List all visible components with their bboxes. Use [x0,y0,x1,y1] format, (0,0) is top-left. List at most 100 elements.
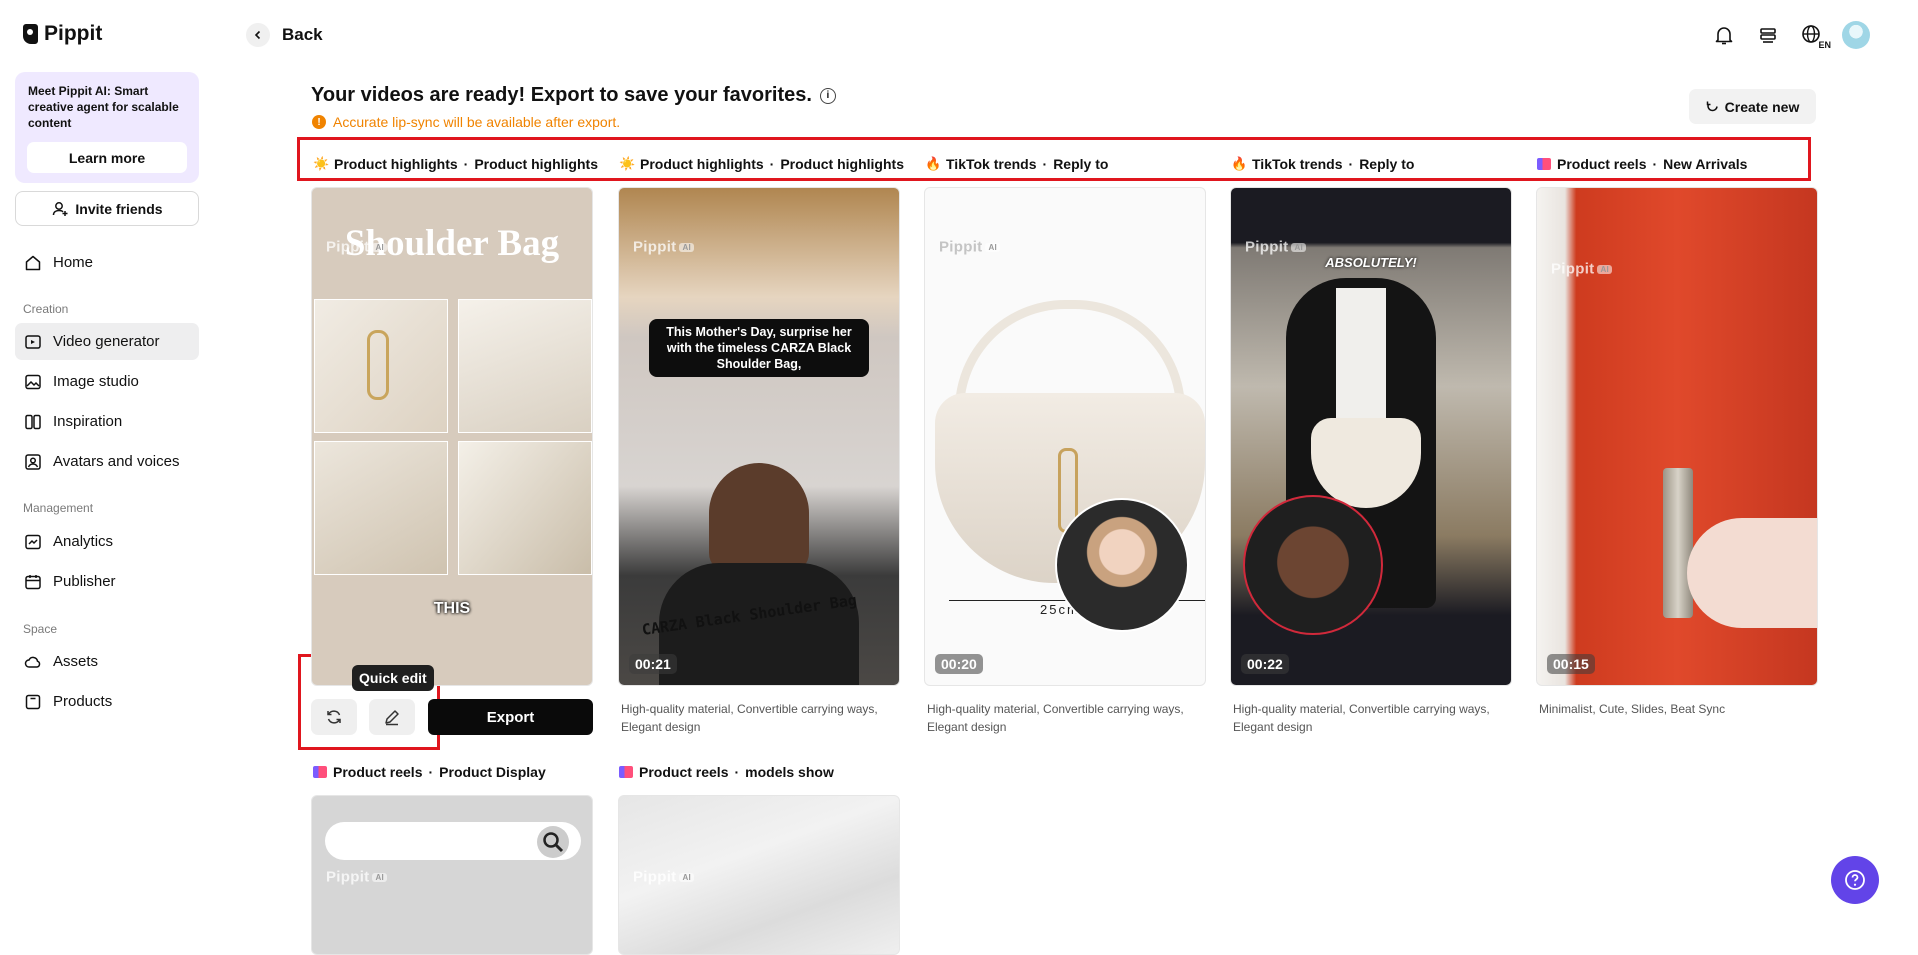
card-description-3: High-quality material, Convertible carry… [927,702,1184,734]
quick-edit-button[interactable] [369,699,415,735]
brand-name: Pippit [44,22,103,45]
category-name: Product highlights [640,156,764,172]
sidebar-item-inspiration[interactable]: Inspiration [15,403,199,440]
door-handle [1663,468,1693,618]
caption-text: This Mother's Day, surprise her with the… [649,319,869,377]
category-sep: · [463,156,469,172]
video-card-2[interactable]: Pippit AI This Mother's Day, surprise her… [618,187,900,686]
sidebar-item-label: Home [53,254,94,271]
pippit-watermark: Pippit AI [1245,238,1307,256]
sun-icon: ☀️ [619,156,636,171]
category-sub: Reply to [1359,156,1415,172]
sidebar-item-label: Video generator [53,333,160,350]
back-button[interactable]: Back [246,23,323,47]
sidebar-item-products[interactable]: Products [15,683,199,720]
sidebar-item-label: Assets [53,653,99,670]
sidebar: Pippit Meet Pippit AI: Smart creative ag… [0,0,214,935]
promo-text: Meet Pippit AI: Smart creative agent for… [28,84,179,130]
sidebar-item-avatars-voices[interactable]: Avatars and voices [15,443,199,480]
sidebar-item-home[interactable]: Home [15,244,199,281]
regenerate-button[interactable] [311,699,357,735]
category-name: Product highlights [334,156,458,172]
invite-friends-button[interactable]: Invite friends [15,191,199,226]
video-card-5[interactable]: Pippit AI 00:15 [1536,187,1818,686]
promo-card: Meet Pippit AI: Smart creative agent for… [15,72,199,183]
category-sub: Product Display [439,764,546,780]
language-globe-icon[interactable]: EN [1798,21,1831,50]
cloud-icon [24,653,42,671]
sidebar-item-publisher[interactable]: Publisher [15,563,199,600]
caption-text: ABSOLUTELY! [1325,255,1417,270]
pencil-icon [385,710,399,726]
user-avatar[interactable] [1842,21,1870,49]
pippit-watermark: Pippit AI [326,238,388,256]
collage-photo [314,441,448,575]
bell-icon[interactable] [1710,21,1738,49]
card-description-4: High-quality material, Convertible carry… [1233,702,1490,734]
info-icon[interactable]: i [819,87,836,104]
category-name: Product reels [333,764,423,780]
sidebar-item-video-generator[interactable]: Video generator [15,323,199,360]
video-plus-icon [24,333,42,351]
sidebar-item-image-studio[interactable]: Image studio [15,363,199,400]
presenter-circle [1055,498,1189,632]
sidebar-item-label: Image studio [53,373,139,390]
collage-photo [314,299,448,433]
help-button[interactable] [1831,856,1879,904]
collage-photo [458,441,592,575]
category-sep: · [769,156,775,172]
duration-badge: 00:21 [629,654,677,674]
sidebar-item-label: Products [53,693,113,710]
category-sep: · [1348,156,1354,172]
reel-icon [313,766,327,778]
learn-more-button[interactable]: Learn more [27,142,187,173]
sidebar-item-label: Inspiration [53,413,123,430]
video-card-7[interactable]: Pippit AI [618,795,900,955]
hand [1687,518,1817,628]
card-category-6: Product reels · Product Display [313,764,546,780]
export-button[interactable]: Export [428,699,593,735]
brand-logo[interactable]: Pippit [23,22,102,46]
pippit-watermark: Pippit AI [633,868,695,886]
category-name: Product reels [639,764,729,780]
duration-badge: 00:22 [1241,654,1289,674]
create-new-button[interactable]: Create new [1689,89,1816,124]
section-space: Space [23,622,58,636]
category-sep: · [1042,156,1048,172]
card-description-5: Minimalist, Cute, Slides, Beat Sync [1539,702,1726,716]
refresh-icon [327,710,341,724]
card-category-7: Product reels · models show [619,764,834,780]
create-new-label: Create new [1724,98,1800,115]
presenter-figure [709,463,809,573]
duration-badge: 00:15 [1547,654,1595,674]
category-sub: Product highlights [780,156,904,172]
card-category-4: 🔥 TikTok trends · Reply to [1231,156,1414,172]
caption-text: THIS [433,600,471,617]
question-icon [1845,870,1865,890]
pippit-watermark: Pippit AI [1551,260,1613,278]
sidebar-item-label: Publisher [53,573,116,590]
category-name: TikTok trends [946,156,1037,172]
language-code: EN [1818,40,1831,50]
video-card-1[interactable]: Shoulder Bag Pippit AI THIS [311,187,593,686]
card-description-2: High-quality material, Convertible carry… [621,702,878,734]
sidebar-item-assets[interactable]: Assets [15,643,199,680]
back-label: Back [282,25,323,44]
page-title-text: Your videos are ready! Export to save yo… [311,84,812,106]
video-card-4[interactable]: Pippit AI ABSOLUTELY! 00:22 [1230,187,1512,686]
sidebar-item-label: Avatars and voices [53,453,180,470]
layers-icon[interactable] [1754,21,1782,49]
warning-icon: ! [312,115,326,129]
card-category-5: Product reels · New Arrivals [1537,156,1747,172]
video-card-6[interactable]: Pippit AI [311,795,593,955]
category-sub: New Arrivals [1663,156,1748,172]
sidebar-item-label: Analytics [53,533,114,550]
reel-icon [1537,158,1551,170]
inspiration-icon [24,413,42,431]
fire-icon: 🔥 [1231,156,1248,171]
category-sep: · [428,764,434,780]
section-management: Management [23,501,94,515]
video-card-3[interactable]: Pippit AI 25cm 00:20 [924,187,1206,686]
sidebar-item-analytics[interactable]: Analytics [15,523,199,560]
card-category-2: ☀️ Product highlights · Product highlights [619,156,904,172]
